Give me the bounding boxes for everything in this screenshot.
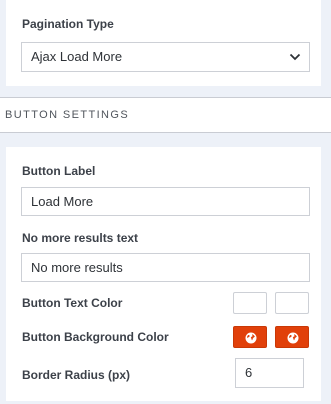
button-label-input[interactable]: Load More — [21, 187, 310, 216]
globe-icon — [287, 332, 299, 344]
button-background-hover-color-swatch[interactable] — [275, 326, 309, 348]
pagination-type-select[interactable]: Ajax Load More — [21, 42, 310, 72]
globe-icon — [245, 332, 257, 344]
button-settings-card: Button Label Load More No more results t… — [6, 147, 321, 401]
border-radius-input[interactable]: 6 — [235, 358, 304, 388]
pagination-type-value: Ajax Load More — [31, 49, 123, 64]
pagination-type-label: Pagination Type — [22, 17, 114, 31]
no-more-results-input[interactable]: No more results — [21, 253, 310, 282]
pagination-settings-card: Pagination Type Ajax Load More — [6, 0, 321, 86]
section-header: BUTTON SETTINGS — [0, 97, 331, 133]
button-text-color-swatch[interactable] — [233, 292, 267, 314]
button-label-label: Button Label — [22, 164, 96, 178]
button-background-color-label: Button Background Color — [22, 330, 169, 344]
border-radius-label: Border Radius (px) — [22, 368, 131, 382]
button-background-color-swatch[interactable] — [233, 326, 267, 348]
button-text-hover-color-swatch[interactable] — [275, 292, 309, 314]
section-title: BUTTON SETTINGS — [5, 109, 130, 121]
no-more-results-label: No more results text — [22, 231, 139, 245]
chevron-down-icon — [289, 53, 301, 61]
button-text-color-label: Button Text Color — [22, 296, 123, 310]
